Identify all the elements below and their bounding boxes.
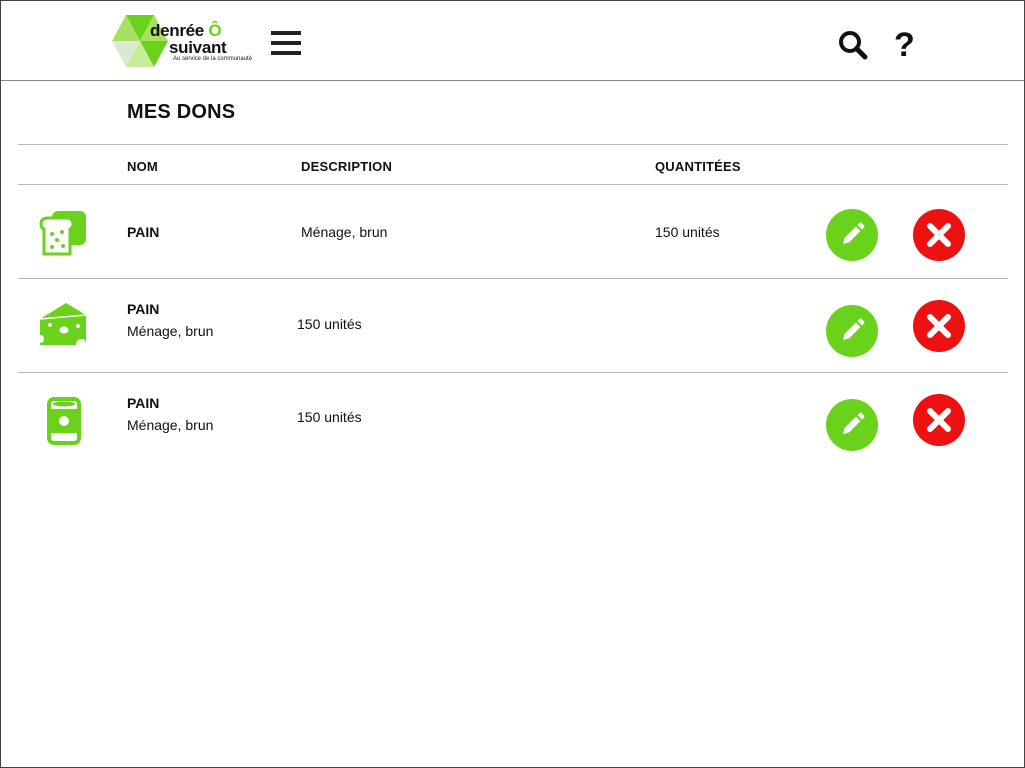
divider [18,372,1008,373]
divider [18,278,1008,279]
logo-wordmark-line2: suivant [169,38,227,57]
edit-button[interactable] [826,209,878,261]
row-name: PAIN [127,224,160,240]
divider [18,144,1008,145]
edit-button[interactable] [826,305,878,357]
row-description: Ménage, brun [127,323,214,339]
delete-button[interactable] [913,300,965,352]
bread-icon [38,208,88,258]
close-icon [927,223,951,247]
top-bar: denrée Ô suivant Au service de la commun… [1,1,1024,81]
page-title: MES DONS [127,101,236,123]
row-quantity: 150 unités [655,224,720,240]
row-description: Ménage, brun [301,224,388,240]
row-quantity: 150 unités [297,316,362,332]
column-header-nom: NOM [127,159,158,174]
edit-button[interactable] [826,399,878,451]
row-quantity: 150 unités [297,409,362,425]
row-name: PAIN [127,301,160,317]
search-icon[interactable] [838,30,870,62]
column-header-description: DESCRIPTION [301,159,393,174]
logo-tagline: Au service de la communauté [173,56,253,62]
logo[interactable]: denrée Ô suivant Au service de la commun… [112,13,252,71]
close-icon [927,314,951,338]
delete-button[interactable] [913,209,965,261]
close-icon [927,408,951,432]
pencil-icon [843,318,865,340]
pencil-icon [843,412,865,434]
row-name: PAIN [127,395,160,411]
row-description: Ménage, brun [127,417,214,433]
cheese-icon [38,301,88,351]
app-frame: denrée Ô suivant Au service de la commun… [0,0,1025,768]
divider [18,184,1008,185]
pencil-icon [843,222,865,244]
menu-icon[interactable] [271,31,303,61]
can-icon [41,396,91,446]
help-icon[interactable]: ? [894,27,920,63]
delete-button[interactable] [913,394,965,446]
column-header-quantity: QUANTITÉES [655,159,741,174]
